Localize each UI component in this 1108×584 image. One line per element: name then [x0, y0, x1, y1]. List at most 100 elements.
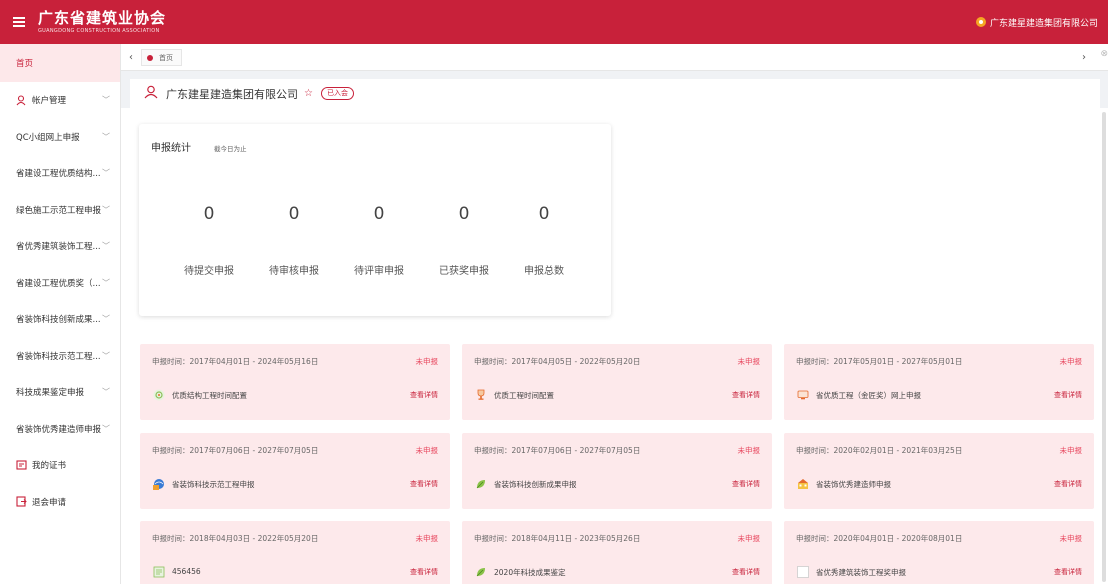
chevron-right-icon: ›	[1082, 51, 1086, 63]
application-name: 2020年科技成果鉴定	[494, 568, 566, 577]
stat-label: 申报总数	[524, 266, 564, 277]
chevron-down-icon: ﹀	[102, 278, 110, 288]
user-name: 广东建星建造集团有限公司	[989, 18, 1098, 29]
status-badge: 未申报	[415, 446, 439, 455]
sidebar-item-certificates[interactable]: 我的证书	[0, 447, 120, 484]
view-details-link[interactable]: 查看详情	[732, 479, 760, 489]
stats-card: 申报统计 截今日为止 0 待提交申报 0 待审核申报 0 待评审申报 0 已获奖…	[139, 124, 611, 316]
status-badge: 未申报	[415, 534, 439, 543]
view-details-link[interactable]: 查看详情	[410, 479, 438, 489]
sidebar-item-label: 科技成果鉴定申报	[16, 388, 85, 399]
sidebar-item-label: 省建设工程优质结构...	[16, 169, 101, 180]
application-card: 申报时间：2017年04月01日 - 2024年05月16日 未申报 优质结构工…	[140, 344, 450, 420]
application-card: 申报时间：2017年05月01日 - 2027年05月01日 未申报 省优质工程…	[784, 344, 1094, 420]
tab-scroll-right-button[interactable]: ›	[1076, 47, 1092, 67]
application-period: 申报时间：2017年07月06日 - 2027年07月05日	[152, 446, 319, 455]
hamburger-icon	[13, 17, 25, 27]
sidebar-item-label: 退会申请	[32, 497, 67, 508]
building-icon	[153, 389, 165, 401]
exit-icon	[16, 496, 27, 507]
stat-pending-submit: 0 待提交申报	[164, 204, 254, 277]
chevron-down-icon: ﹀	[102, 95, 110, 105]
stat-label: 待审核申报	[269, 266, 319, 277]
close-circle-icon: ⊗	[1100, 49, 1108, 59]
application-period: 申报时间：2020年04月01日 - 2020年08月01日	[796, 534, 963, 543]
active-dot-icon	[147, 54, 153, 61]
application-period: 申报时间：2017年07月06日 - 2027年07月05日	[474, 446, 641, 455]
sidebar-item-label: 绿色施工示范工程申报	[16, 205, 102, 216]
sidebar-item-tech-innovation[interactable]: 省装饰科技创新成果... ﹀	[0, 301, 120, 338]
stat-value: 0	[288, 204, 300, 224]
application-card: 申报时间：2017年07月06日 - 2027年07月05日 未申报 省装饰科技…	[462, 433, 772, 509]
application-card: 申报时间：2018年04月03日 - 2022年05月20日 未申报 45645…	[140, 521, 450, 584]
blank-icon	[797, 566, 809, 578]
chevron-down-icon: ﹀	[102, 205, 110, 215]
view-details-link[interactable]: 查看详情	[410, 567, 438, 577]
stat-total: 0 申报总数	[499, 204, 589, 277]
star-icon: ☆	[304, 88, 313, 99]
stat-pending-review: 0 待审核申报	[249, 204, 339, 277]
menu-toggle-button[interactable]	[0, 0, 38, 44]
certificate-icon	[16, 460, 27, 471]
application-period: 申报时间：2018年04月11日 - 2023年05月26日	[474, 534, 641, 543]
application-card: 申报时间：2017年07月06日 - 2027年07月05日 未申报 省装饰科技…	[140, 433, 450, 509]
sidebar-item-green-construction[interactable]: 绿色施工示范工程申报 ﹀	[0, 192, 120, 229]
application-card: 申报时间：2018年04月11日 - 2023年05月26日 未申报 2020年…	[462, 521, 772, 584]
member-status-badge: 已入会	[320, 87, 354, 100]
application-period: 申报时间：2017年04月01日 - 2024年05月16日	[152, 357, 319, 366]
sidebar-item-label: QC小组网上申报	[16, 132, 80, 143]
crane-icon	[797, 478, 809, 490]
sidebar-item-account[interactable]: 帐户管理 ﹀	[0, 82, 120, 119]
application-name: 省装饰科技示范工程申报	[172, 480, 255, 489]
sidebar-item-tech-demo[interactable]: 省装饰科技示范工程... ﹀	[0, 338, 120, 375]
chevron-down-icon: ﹀	[102, 314, 110, 324]
application-name: 省装饰优秀建造师申报	[816, 480, 891, 489]
sidebar-item-label: 我的证书	[32, 461, 67, 472]
application-name: 省装饰科技创新成果申报	[494, 480, 577, 489]
chevron-down-icon: ﹀	[102, 351, 110, 361]
application-name: 456456	[172, 567, 201, 576]
sidebar-item-home[interactable]: 首页	[0, 44, 120, 82]
status-badge: 未申报	[1059, 357, 1083, 366]
top-bar: 广东省建筑业协会 GUANGDONG CONSTRUCTION ASSOCIAT…	[0, 0, 1108, 44]
status-badge: 未申报	[1059, 446, 1083, 455]
sidebar-item-builder[interactable]: 省装饰优秀建造师申报 ﹀	[0, 411, 120, 448]
stats-title: 申报统计	[151, 143, 191, 154]
stat-label: 待提交申报	[184, 266, 234, 277]
sidebar-item-tech-appraisal[interactable]: 科技成果鉴定申报 ﹀	[0, 374, 120, 411]
stat-value: 0	[458, 204, 470, 224]
document-icon	[153, 566, 165, 578]
view-details-link[interactable]: 查看详情	[410, 390, 438, 400]
view-details-link[interactable]: 查看详情	[732, 390, 760, 400]
vertical-scrollbar[interactable]	[1102, 112, 1106, 582]
leaf-icon	[475, 478, 487, 490]
tab-home[interactable]: 首页	[141, 49, 182, 66]
sidebar-item-qc-group[interactable]: QC小组网上申报 ﹀	[0, 119, 120, 156]
stats-subtitle: 截今日为止	[214, 145, 247, 153]
close-all-tabs-button[interactable]: ⊗	[1100, 49, 1108, 59]
application-period: 申报时间：2017年05月01日 - 2027年05月01日	[796, 357, 963, 366]
status-badge: 未申报	[415, 357, 439, 366]
user-menu[interactable]: 广东建星建造集团有限公司	[975, 0, 1098, 44]
company-header: 广东建星建造集团有限公司 ☆ 已入会	[130, 79, 1100, 108]
sidebar-item-label: 首页	[16, 59, 34, 69]
sidebar-item-withdraw[interactable]: 退会申请	[0, 484, 120, 521]
view-details-link[interactable]: 查看详情	[1054, 479, 1082, 489]
tab-label: 首页	[159, 53, 173, 62]
status-badge: 未申报	[1059, 534, 1083, 543]
globe-icon	[153, 478, 165, 490]
view-details-link[interactable]: 查看详情	[732, 567, 760, 577]
application-name: 优质结构工程时间配置	[172, 391, 247, 400]
application-period: 申报时间：2020年02月01日 - 2021年03月25日	[796, 446, 963, 455]
sidebar-item-quality-structure[interactable]: 省建设工程优质结构... ﹀	[0, 155, 120, 192]
sidebar-item-decoration-project[interactable]: 省优秀建筑装饰工程... ﹀	[0, 228, 120, 265]
sidebar-item-label: 省装饰优秀建造师申报	[16, 424, 102, 435]
stat-value: 0	[203, 204, 215, 224]
logo-subtitle: GUANGDONG CONSTRUCTION ASSOCIATION	[38, 27, 160, 34]
view-details-link[interactable]: 查看详情	[1054, 390, 1082, 400]
sidebar-item-quality-award[interactable]: 省建设工程优质奖（... ﹀	[0, 265, 120, 302]
logo: 广东省建筑业协会 GUANGDONG CONSTRUCTION ASSOCIAT…	[38, 9, 166, 35]
tab-scroll-left-button[interactable]: ‹	[123, 47, 139, 67]
view-details-link[interactable]: 查看详情	[1054, 567, 1082, 577]
user-icon	[144, 85, 158, 102]
